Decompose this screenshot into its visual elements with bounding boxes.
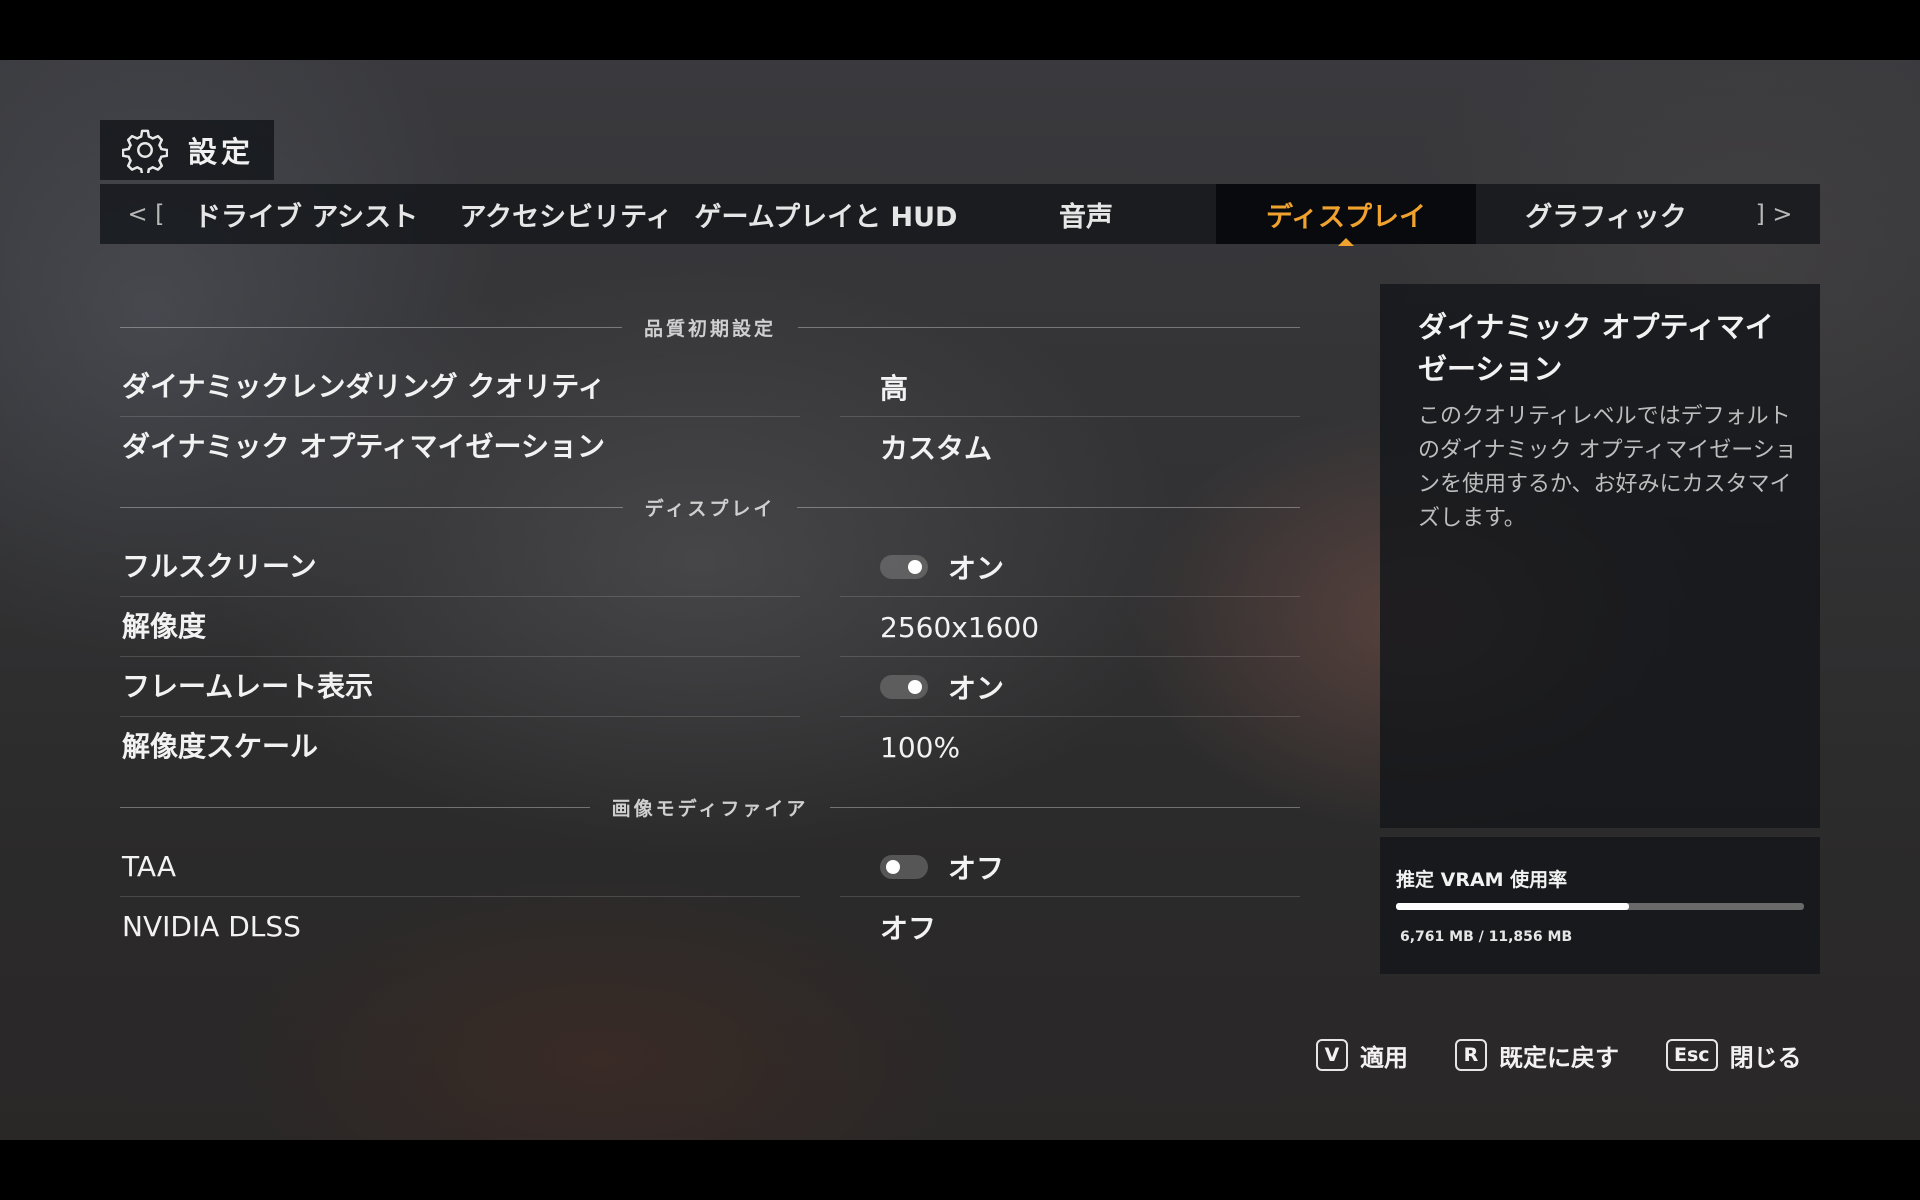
apply-button[interactable]: V 適用 — [1316, 1038, 1408, 1072]
section-header-image-modifiers: 画像モディファイア — [120, 792, 1301, 822]
setting-value[interactable]: カスタム — [880, 418, 992, 476]
reset-defaults-button[interactable]: R 既定に戻す — [1455, 1038, 1619, 1072]
taa-toggle[interactable] — [880, 855, 928, 879]
setting-value[interactable]: 2560x1600 — [880, 598, 1039, 656]
setting-row-resolution[interactable]: 解像度 2560x1600 — [120, 598, 1300, 658]
tab-drive-assist[interactable]: ドライブ アシスト — [176, 184, 436, 244]
setting-row-dynamic-optimization[interactable]: ダイナミック オプティマイゼーション カスタム — [120, 418, 1300, 478]
setting-value[interactable]: 100% — [880, 718, 960, 776]
settings-title-box: 設定 — [100, 120, 274, 180]
setting-name: フレームレート表示 — [122, 670, 374, 703]
key-v-icon: V — [1316, 1039, 1348, 1071]
key-r-icon: R — [1455, 1039, 1487, 1071]
tab-audio[interactable]: 音声 — [956, 184, 1216, 244]
vram-usage-text: 6,761 MB / 11,856 MB — [1400, 929, 1573, 945]
setting-value: オン — [948, 672, 1005, 705]
info-title: ダイナミック オプティマイゼーション — [1418, 310, 1774, 386]
setting-row-dynamic-rendering-quality[interactable]: ダイナミックレンダリング クオリティ 高 — [120, 358, 1300, 418]
fullscreen-toggle[interactable] — [880, 555, 928, 579]
setting-name: ダイナミック オプティマイゼーション — [122, 430, 605, 463]
setting-row-nvidia-dlss[interactable]: NVIDIA DLSS オフ — [120, 898, 1300, 958]
section-label: 品質初期設定 — [644, 317, 777, 340]
close-label: 閉じる — [1729, 1043, 1802, 1072]
section-label: ディスプレイ — [644, 497, 776, 520]
letterbox-bottom — [0, 1140, 1920, 1200]
section-header-display: ディスプレイ — [120, 492, 1301, 522]
apply-label: 適用 — [1360, 1043, 1408, 1072]
tab-accessibility[interactable]: アクセシビリティ — [436, 184, 696, 244]
setting-row-resolution-scale[interactable]: 解像度スケール 100% — [120, 718, 1300, 778]
tab-display[interactable]: ディスプレイ — [1216, 184, 1476, 246]
tab-bar: < [ ドライブ アシスト アクセシビリティ ゲームプレイと HUD 音声 ディ… — [100, 184, 1820, 246]
tab-next-button[interactable]: ] > — [1744, 200, 1804, 228]
setting-value-container: オン — [880, 538, 1004, 596]
setting-value: オン — [948, 552, 1005, 585]
info-description: このクオリティレベルではデフォルトのダイナミック オプティマイゼーションを使用す… — [1418, 404, 1797, 531]
letterbox-top — [0, 0, 1920, 60]
vram-label: 推定 VRAM 使用率 — [1396, 869, 1568, 891]
vram-panel: 推定 VRAM 使用率 6,761 MB / 11,856 MB — [1380, 837, 1820, 974]
info-panel: ダイナミック オプティマイゼーション このクオリティレベルではデフォルトのダイナ… — [1380, 284, 1820, 828]
setting-value[interactable]: 高 — [880, 358, 908, 416]
vram-usage-bar — [1396, 903, 1804, 910]
framerate-toggle[interactable] — [880, 675, 928, 699]
section-header-preset: 品質初期設定 — [120, 312, 1301, 342]
setting-value-container: オフ — [880, 838, 1004, 896]
setting-name: 解像度スケール — [122, 730, 319, 763]
setting-value[interactable]: オフ — [880, 898, 936, 956]
reset-defaults-label: 既定に戻す — [1499, 1043, 1619, 1072]
setting-name: ダイナミックレンダリング クオリティ — [122, 370, 606, 403]
setting-value: オフ — [948, 852, 1005, 885]
tab-prev-button[interactable]: < [ — [116, 200, 176, 228]
setting-name: フルスクリーン — [122, 550, 317, 583]
setting-name: 解像度 — [122, 610, 207, 643]
key-esc-icon: Esc — [1666, 1039, 1718, 1071]
gear-icon — [122, 129, 168, 173]
setting-value-container: オン — [880, 658, 1004, 716]
page-title: 設定 — [188, 135, 255, 169]
setting-row-fullscreen[interactable]: フルスクリーン オン — [120, 538, 1300, 598]
tab-graphics[interactable]: グラフィック — [1476, 184, 1736, 244]
section-label: 画像モディファイア — [611, 797, 809, 820]
setting-row-framerate-display[interactable]: フレームレート表示 オン — [120, 658, 1300, 718]
setting-name: TAA — [122, 850, 177, 883]
vram-usage-fill — [1396, 903, 1629, 910]
close-button[interactable]: Esc 閉じる — [1666, 1038, 1802, 1072]
tab-gameplay-hud[interactable]: ゲームプレイと HUD — [695, 184, 958, 244]
setting-name: NVIDIA DLSS — [122, 910, 301, 943]
setting-row-taa[interactable]: TAA オフ — [120, 838, 1300, 898]
